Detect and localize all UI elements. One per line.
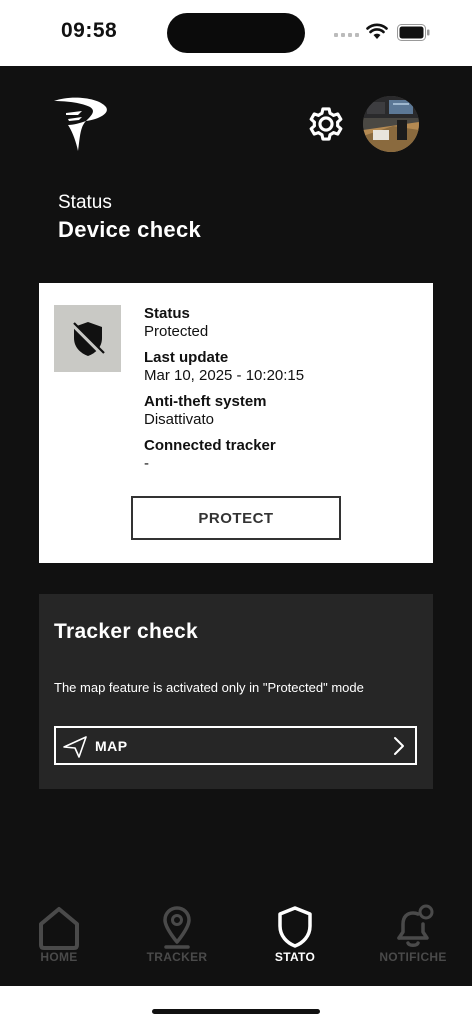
user-avatar[interactable] bbox=[363, 96, 419, 152]
protect-button[interactable]: PROTECT bbox=[131, 496, 341, 540]
dynamic-island bbox=[167, 13, 305, 53]
battery-icon bbox=[397, 24, 430, 41]
status-label: Status bbox=[144, 305, 190, 322]
device-info: Status Protected Last update Mar 10, 202… bbox=[144, 305, 414, 481]
tab-tracker[interactable]: TRACKER bbox=[122, 900, 232, 986]
status-value: Protected bbox=[144, 323, 209, 340]
shield-status-tile bbox=[54, 305, 121, 372]
tab-tracker-label: TRACKER bbox=[146, 950, 208, 964]
app-screen: Status Device check Status Protected Las… bbox=[0, 66, 472, 986]
tab-notifiche[interactable]: NOTIFICHE bbox=[358, 900, 468, 986]
tab-home[interactable]: HOME bbox=[4, 900, 114, 986]
tracker-check-card: Tracker check The map feature is activat… bbox=[39, 594, 433, 789]
status-bar: 09:58 bbox=[0, 0, 472, 66]
status-time: 09:58 bbox=[61, 19, 118, 42]
page-title: Device check bbox=[58, 217, 202, 242]
device-status-card: Status Protected Last update Mar 10, 202… bbox=[39, 283, 433, 563]
navigation-arrow-icon bbox=[63, 736, 87, 758]
bottom-tab-bar: HOME TRACKER STATO NOTIFICHE bbox=[0, 900, 472, 986]
location-pin-icon bbox=[163, 906, 191, 949]
cellular-signal-icon bbox=[334, 33, 359, 37]
avatar-photo bbox=[363, 96, 419, 152]
last-update-value: Mar 10, 2025 - 10:20:15 bbox=[144, 367, 305, 384]
tab-home-label: HOME bbox=[40, 950, 78, 964]
shield-off-icon bbox=[71, 321, 105, 356]
page-subtitle: Status bbox=[58, 192, 112, 213]
home-indicator[interactable] bbox=[152, 1009, 320, 1014]
connected-tracker-value: - bbox=[144, 455, 149, 472]
chevron-right-icon bbox=[394, 737, 404, 755]
antitheft-value: Disattivato bbox=[144, 411, 215, 428]
tab-stato[interactable]: STATO bbox=[240, 900, 350, 986]
map-button-label: MAP bbox=[95, 738, 128, 754]
antitheft-label: Anti-theft system bbox=[144, 393, 267, 410]
map-button[interactable]: MAP bbox=[54, 726, 417, 765]
shield-icon bbox=[278, 906, 312, 948]
tracker-card-title: Tracker check bbox=[54, 620, 199, 643]
last-update-label: Last update bbox=[144, 349, 229, 366]
brand-logo bbox=[54, 97, 107, 151]
tracker-card-description: The map feature is activated only in "Pr… bbox=[54, 680, 364, 695]
home-icon bbox=[39, 907, 79, 950]
home-indicator-area bbox=[0, 986, 472, 1024]
bell-icon bbox=[397, 904, 434, 947]
connected-tracker-label: Connected tracker bbox=[144, 437, 276, 454]
wifi-icon bbox=[366, 23, 388, 39]
tab-notifiche-label: NOTIFICHE bbox=[379, 950, 447, 964]
tab-stato-label: STATO bbox=[274, 950, 316, 964]
settings-gear-icon[interactable] bbox=[304, 102, 348, 146]
